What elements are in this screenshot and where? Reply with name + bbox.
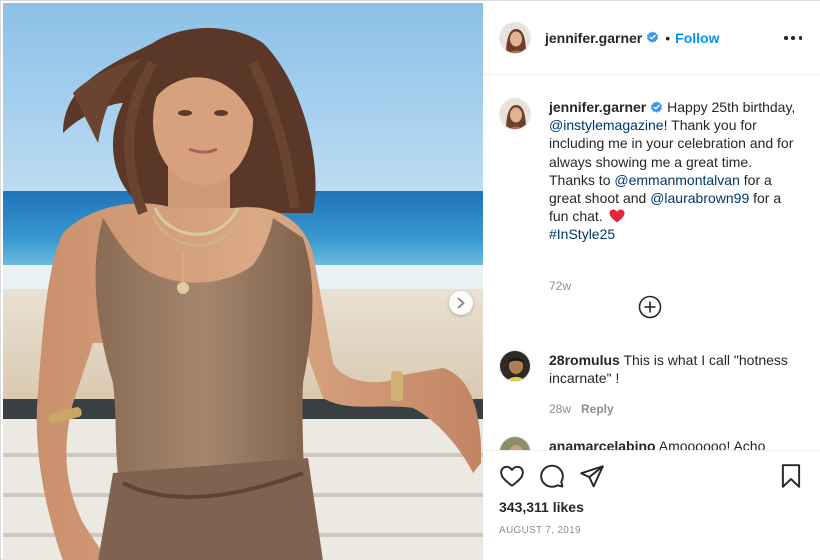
avatar-image	[500, 437, 530, 450]
avatar-image	[500, 351, 530, 381]
header-separator: •	[665, 29, 671, 46]
caption-text-part: Happy 25th birthday,	[663, 99, 796, 115]
comment-item: anamarcelabino Amoooooo! Acho	[499, 436, 804, 450]
post-header: jennifer.garner • Follow	[484, 1, 820, 75]
hashtag-instyle25[interactable]: #InStyle25	[549, 226, 615, 242]
comment-text: 28romulus This is what I call "hotness i…	[549, 351, 799, 387]
post-date[interactable]: AUGUST 7, 2019	[499, 525, 581, 536]
next-photo-button[interactable]	[449, 291, 473, 315]
beach-portrait-image	[3, 3, 483, 560]
author-username[interactable]: jennifer.garner	[545, 30, 642, 46]
comment-text: anamarcelabino Amoooooo! Acho	[549, 437, 799, 450]
commenter-avatar[interactable]	[499, 350, 531, 382]
comments-section[interactable]: jennifer.garner Happy 25th birthday, @in…	[484, 76, 820, 450]
action-icons	[499, 463, 619, 489]
plus-circle-icon[interactable]	[638, 295, 662, 319]
instagram-post: jennifer.garner • Follow jennifer.garner…	[0, 0, 820, 560]
comment-time[interactable]: 28w	[549, 402, 571, 416]
post-side-panel: jennifer.garner • Follow jennifer.garner…	[484, 1, 820, 560]
commenter-username[interactable]: 28romulus	[549, 352, 620, 368]
avatar-image	[500, 22, 530, 53]
chevron-right-icon	[457, 297, 465, 309]
avatar-image	[500, 99, 530, 129]
comment-body: Amoooooo! Acho	[655, 438, 766, 450]
caption-author-avatar[interactable]	[499, 98, 531, 130]
more-options-icon[interactable]	[784, 31, 802, 45]
verified-badge-icon	[651, 101, 663, 113]
post-photo[interactable]	[3, 3, 483, 560]
heart-icon[interactable]	[499, 463, 525, 489]
heart-emoji-icon	[609, 209, 625, 223]
caption-timestamp[interactable]: 72w	[549, 279, 571, 293]
mention-laurabrown99[interactable]: @laurabrown99	[650, 190, 749, 206]
bookmark-icon[interactable]	[778, 463, 804, 489]
commenter-avatar[interactable]	[499, 436, 531, 450]
follow-button[interactable]: Follow	[675, 30, 719, 46]
commenter-username[interactable]: anamarcelabino	[549, 438, 656, 450]
share-icon[interactable]	[579, 463, 605, 489]
mention-emmanmontalvan[interactable]: @emmanmontalvan	[614, 172, 740, 188]
post-actions: 343,311 likes AUGUST 7, 2019	[484, 450, 820, 560]
caption-text: jennifer.garner Happy 25th birthday, @in…	[549, 98, 801, 244]
likes-count[interactable]: 343,311 likes	[499, 499, 584, 515]
caption-username[interactable]: jennifer.garner	[549, 99, 646, 115]
reply-button[interactable]: Reply	[581, 402, 614, 416]
author-avatar[interactable]	[499, 21, 531, 54]
comment-icon[interactable]	[539, 463, 565, 489]
comment-meta: 28w Reply	[549, 402, 614, 416]
verified-badge-icon	[647, 31, 659, 43]
mention-instylemagazine[interactable]: @instylemagazine	[549, 117, 664, 133]
